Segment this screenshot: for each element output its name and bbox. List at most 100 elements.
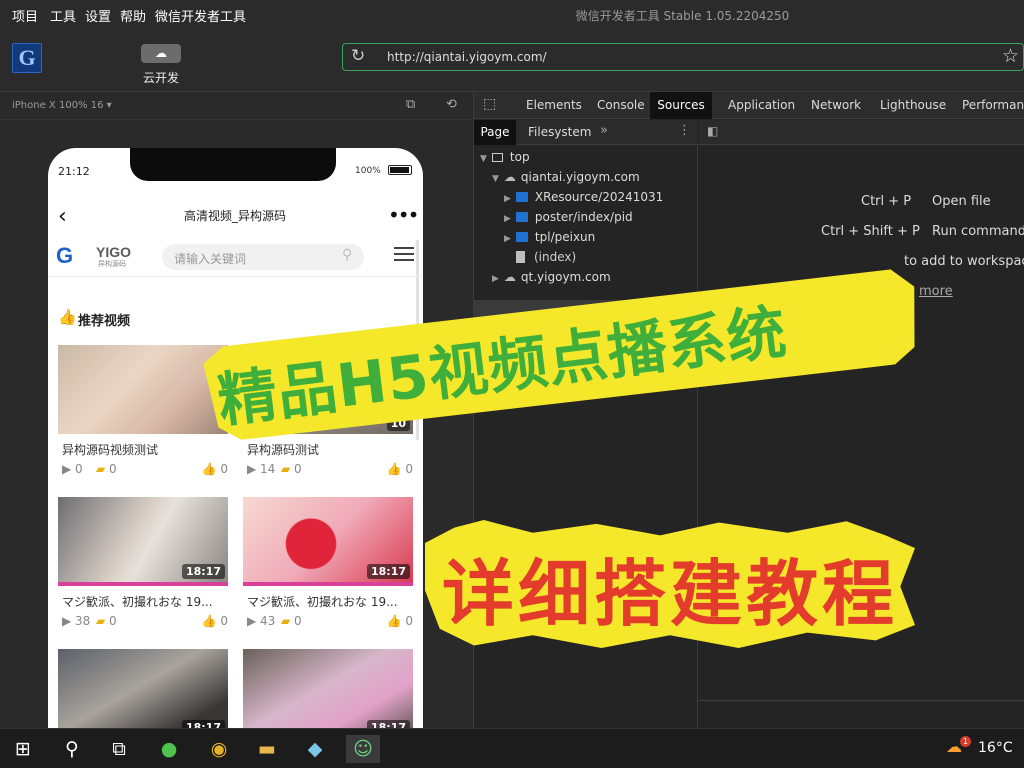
video-title[interactable]: 异构源码视频测试 — [62, 441, 232, 458]
more-icon[interactable]: ••• — [388, 203, 419, 227]
cloud-dev-button[interactable]: ☁ — [141, 44, 181, 63]
page-title: 高清视频_异构源码 — [183, 209, 286, 223]
like-count: 0 — [220, 614, 228, 628]
inspect-icon[interactable]: ⬚ — [483, 96, 496, 112]
collapsed-icon: ▶ — [504, 234, 511, 244]
video-title[interactable]: マジ歓派、初撮れおな 19... — [247, 593, 417, 610]
video-thumbnail[interactable]: 18:17 — [243, 649, 413, 728]
simulator-toolbar: iPhone X 100% 16 ▾ ⧉ ⟲ — [0, 92, 472, 120]
tree-item-folder[interactable]: ▶ poster/index/pid — [504, 210, 633, 224]
video-thumbnail[interactable]: 18:17 — [243, 497, 413, 586]
like-count: 0 — [405, 614, 413, 628]
shortcut-action: Run command — [932, 224, 1024, 239]
site-logo[interactable]: G YIGO 异构源码 — [56, 244, 142, 268]
search-icon[interactable]: ⚲ — [55, 735, 89, 763]
tab-filesystem[interactable]: Filesystem — [528, 125, 591, 139]
tree-label: XResource/20241031 — [534, 190, 664, 204]
like-icon: 👍 0 — [386, 462, 413, 476]
like-icon: 👍 0 — [201, 614, 228, 628]
windows-start-icon[interactable]: ⊞ — [6, 735, 40, 763]
video-title[interactable]: マジ歓派、初撮れおな 19... — [62, 593, 232, 610]
tree-label: tpl/peixun — [534, 230, 596, 244]
coin-icon: ▰ 0 — [281, 614, 302, 628]
video-thumbnail[interactable]: 18:17 — [58, 497, 228, 586]
star-icon[interactable]: ☆ — [1002, 45, 1019, 67]
menu-item-tools[interactable]: 工具 — [50, 6, 76, 25]
collapsed-icon: ▶ — [504, 214, 511, 224]
tab-application[interactable]: Application — [728, 98, 795, 112]
video-duration: 18:17 — [181, 720, 225, 728]
tree-item-domain[interactable]: ▼ ☁ qiantai.yigoym.com — [492, 170, 640, 184]
video-thumbnail[interactable] — [58, 345, 228, 434]
play-count-icon: ▶ 14 — [247, 462, 276, 476]
sources-subtabs: Page Filesystem » ⋮ — [474, 120, 698, 145]
tab-page[interactable]: Page — [474, 120, 516, 145]
like-icon: 👍 0 — [386, 614, 413, 628]
device-selector[interactable]: iPhone X 100% 16 ▾ — [12, 100, 112, 111]
url-bar[interactable]: ↻ http://qiantai.yigoym.com/ ☆ — [342, 43, 1024, 71]
tree-label: qiantai.yigoym.com — [520, 170, 640, 184]
tab-sources[interactable]: Sources — [650, 92, 712, 119]
tree-item-folder[interactable]: ▶ XResource/20241031 — [504, 190, 663, 204]
tab-performance[interactable]: Performance — [962, 98, 1024, 112]
url-text[interactable]: http://qiantai.yigoym.com/ — [387, 50, 547, 64]
taskbar: ⊞ ⚲ ⧉ ● ◉ ▬ ◆ ☺ ☁ 1 16°C — [0, 728, 1024, 768]
tab-lighthouse[interactable]: Lighthouse — [880, 98, 946, 112]
menu-item-devtools[interactable]: 微信开发者工具 — [155, 6, 246, 25]
folder-icon — [515, 212, 528, 222]
menu-item-project[interactable]: 项目 — [12, 6, 38, 25]
logo-subtext: 异构源码 — [98, 260, 126, 268]
notes-app-icon[interactable]: ◆ — [298, 735, 332, 763]
expanded-icon: ▼ — [480, 154, 487, 164]
editor-header: ◧ — [699, 120, 1024, 145]
task-view-icon[interactable]: ⧉ — [102, 735, 136, 763]
reload-icon[interactable]: ↻ — [351, 46, 365, 66]
video-stats: ▶ 38 ▰ 0 👍 0 — [62, 614, 232, 628]
file-explorer-icon[interactable]: ▬ — [250, 735, 284, 763]
video-stats: ▶ 14 ▰ 0 👍 0 — [247, 462, 417, 476]
cloud-icon: ☁ — [503, 170, 516, 184]
status-battery: 100% — [355, 166, 381, 176]
popout-icon[interactable]: ⧉ — [406, 97, 415, 112]
video-duration: 18:17 — [181, 564, 225, 579]
battery-icon — [388, 165, 412, 175]
video-thumbnail[interactable]: 18:17 — [58, 649, 228, 728]
video-stats: ▶ 43 ▰ 0 👍 0 — [247, 614, 417, 628]
promo-banner-2: 详细搭建教程 — [425, 520, 915, 650]
cloud-dev-label: 云开发 — [142, 71, 179, 85]
coin-icon: ▰ 0 — [96, 462, 117, 476]
like-count: 0 — [405, 462, 413, 476]
collapsed-icon: ▶ — [504, 194, 511, 204]
devtools-tabbar: ⬚ Elements Console Sources Application N… — [474, 92, 1024, 119]
temperature-text: 16°C — [978, 740, 1013, 756]
rotate-icon[interactable]: ⟲ — [446, 97, 457, 112]
sidebar-toggle-icon[interactable]: ◧ — [707, 124, 718, 138]
tab-network[interactable]: Network — [811, 98, 861, 112]
app-title: 微信开发者工具 Stable 1.05.2204250 — [575, 9, 790, 23]
menu-bar: 项目 工具 设置 帮助 微信开发者工具 微信开发者工具 Stable 1.05.… — [0, 0, 1024, 30]
play-count-icon: ▶ 0 — [62, 462, 83, 476]
like-count: 0 — [220, 462, 228, 476]
phone-notch — [130, 148, 336, 181]
tab-elements[interactable]: Elements — [526, 98, 582, 112]
menu-item-settings[interactable]: 设置 — [85, 6, 111, 25]
back-icon[interactable]: ‹ — [58, 204, 67, 229]
tab-console[interactable]: Console — [597, 98, 645, 112]
chrome-icon[interactable]: ◉ — [202, 735, 236, 763]
avatar[interactable]: G — [12, 43, 42, 73]
tree-item-folder[interactable]: ▶ tpl/peixun — [504, 230, 595, 244]
video-title[interactable]: 异构源码测试 — [247, 441, 417, 458]
more-tabs-icon[interactable]: » — [600, 123, 608, 138]
notification-badge: 1 — [960, 736, 971, 747]
wechat-icon[interactable]: ● — [152, 735, 186, 763]
wechat-devtools-icon[interactable]: ☺ — [346, 735, 380, 763]
tree-label: poster/index/pid — [534, 210, 633, 224]
video-duration: 18:17 — [366, 720, 410, 728]
promo-banner-1: 精品H5视频点播系统 — [205, 255, 925, 435]
kebab-icon[interactable]: ⋮ — [678, 123, 691, 138]
play-count: 0 — [75, 462, 83, 476]
coin-count: 0 — [294, 614, 302, 628]
expanded-icon: ▼ — [492, 174, 499, 184]
menu-item-help[interactable]: 帮助 — [120, 6, 146, 25]
tree-item-top[interactable]: ▼ top — [480, 150, 530, 164]
